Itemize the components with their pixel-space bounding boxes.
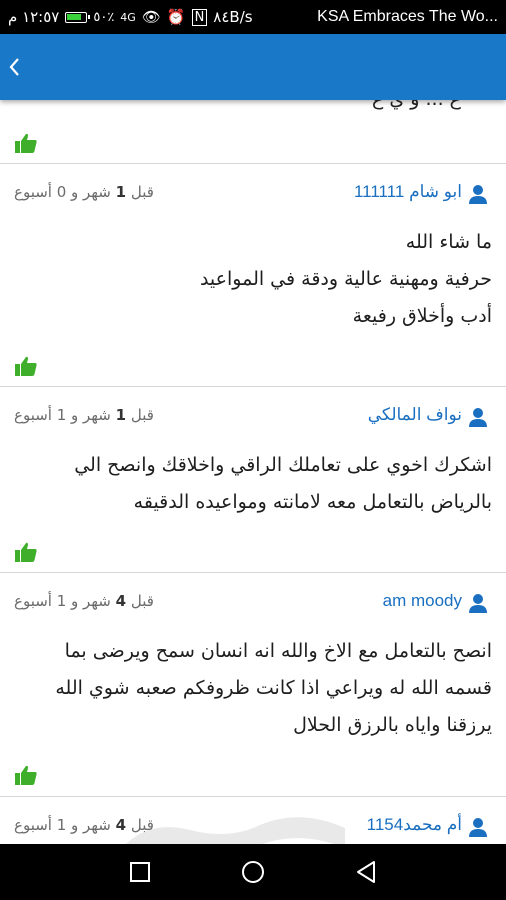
review-text: اشكرك اخوي على تعاملك الراقي واخلاقك وان… [14,447,492,521]
user-name[interactable]: am moody [383,591,462,611]
time-prefix: قبل [130,592,154,610]
user-name[interactable]: أم محمد1154 [367,815,462,835]
review-time: قبل 4 شهر و 1 أسبوع [14,592,154,610]
review-line: أدب وأخلاق رفيعة [352,305,492,327]
review-line: ما شاء الله [405,231,492,253]
review-header: ابو شام 111111 قبل 1 شهر و 0 أسبوع [0,180,506,208]
signal-type: 4G [120,10,136,24]
back-icon[interactable] [352,858,380,886]
time-suffix: شهر و 0 أسبوع [14,183,111,201]
review-line: حرفية ومهنية عالية ودقة في المواعيد [199,268,492,290]
divider [0,386,506,387]
review-time: قبل 1 شهر و 1 أسبوع [14,406,154,424]
time-prefix: قبل [130,183,154,201]
previous-review-text: ع ... و ي ع [372,100,461,110]
user-name[interactable]: نواف المالكي [368,405,462,425]
battery-percent: ٥٠٪ [93,9,115,25]
review-text: انصح بالتعامل مع الاخ والله انه انسان سم… [14,633,492,744]
user-icon [469,185,487,204]
time-prefix: قبل [130,406,154,424]
user-icon [469,408,487,427]
review-line: قسمه الله له ويراعي اذا كانت ظروفكم صعبه… [55,677,492,699]
nfc-icon: N [191,8,208,26]
eye-icon: 👁 [141,8,161,26]
review-header: نواف المالكي قبل 1 شهر و 1 أسبوع [0,403,506,431]
chevron-left-icon[interactable] [4,52,24,82]
app-bar [0,34,506,100]
battery-icon [65,11,91,23]
time-suffix: شهر و 1 أسبوع [14,592,111,610]
reviews-list[interactable]: ع ... و ي ع ابو شام 111111 قبل 1 شهر و 0… [0,100,506,844]
user-name[interactable]: ابو شام 111111 [354,182,462,202]
network-speed: ٨٤B/s [213,8,253,26]
notification-text: KSA Embraces The Wo... [317,8,498,25]
status-indicators: ١٢:٥٧ م ٥٠٪ 4G 👁 ⏰ N ٨٤B/s [8,8,253,26]
time-number: 4 [115,592,127,610]
user-icon [469,818,487,837]
time-number: 1 [115,406,127,424]
thumbs-up-icon[interactable] [14,355,38,377]
review-line: انصح بالتعامل مع الاخ والله انه انسان سم… [64,640,492,662]
recents-icon[interactable] [126,858,154,886]
home-icon[interactable] [239,858,267,886]
time-suffix: شهر و 1 أسبوع [14,406,111,424]
divider [0,572,506,573]
review-line: يرزقنا واياه بالرزق الحلال [293,714,492,736]
review-line: اشكرك اخوي على تعاملك الراقي واخلاقك وان… [74,454,492,476]
thumbs-up-icon[interactable] [14,764,38,786]
user-icon [469,594,487,613]
thumbs-up-icon[interactable] [14,132,38,154]
review-text: ما شاء الله حرفية ومهنية عالية ودقة في ا… [14,224,492,335]
navigation-bar [0,844,506,900]
divider [0,163,506,164]
divider [0,796,506,797]
status-bar: ١٢:٥٧ م ٥٠٪ 4G 👁 ⏰ N ٨٤B/s KSA Embraces … [0,0,506,34]
thumbs-up-icon[interactable] [14,541,38,563]
alarm-icon: ⏰ [166,8,186,26]
review-header: am moody قبل 4 شهر و 1 أسبوع [0,589,506,617]
time-number: 1 [115,183,127,201]
time-suffix: شهر و 1 أسبوع [14,816,111,834]
clock: ١٢:٥٧ م [8,8,60,26]
review-line: بالرياض بالتعامل معه لامانته ومواعيده ال… [133,491,492,513]
review-time: قبل 1 شهر و 0 أسبوع [14,183,154,201]
